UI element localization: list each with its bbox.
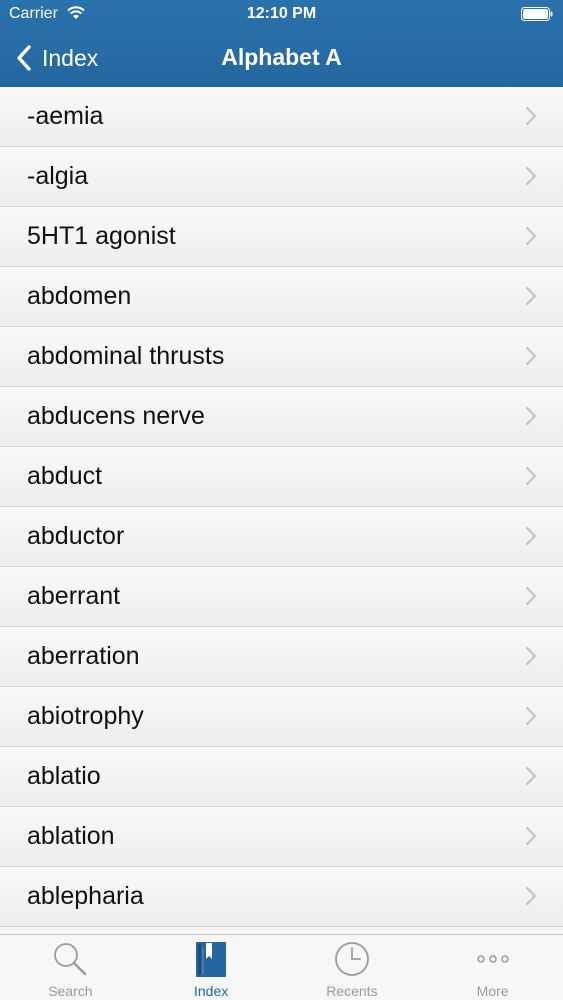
chevron-right-icon xyxy=(525,106,537,126)
list-item-label: abdomen xyxy=(27,282,132,310)
chevron-right-icon xyxy=(525,886,537,906)
chevron-right-icon xyxy=(525,826,537,846)
chevron-right-icon xyxy=(525,286,537,306)
navigation-bar: Index Alphabet A xyxy=(0,30,563,87)
chevron-right-icon xyxy=(525,466,537,486)
chevron-right-icon xyxy=(525,526,537,546)
page-title: Alphabet A xyxy=(221,44,342,70)
list-item-label: ablepharia xyxy=(27,882,144,910)
chevron-right-icon xyxy=(525,346,537,366)
tab-recents[interactable]: Recents xyxy=(282,935,423,1000)
list-item-label: abduct xyxy=(27,462,103,490)
magnifier-icon xyxy=(54,943,87,976)
tab-recents-label: Recents xyxy=(326,983,378,999)
top-bar: Carrier 12:10 PM Index Alphabet A xyxy=(0,0,563,87)
list-item[interactable]: abdomen xyxy=(0,267,563,327)
list-item-label: aberrant xyxy=(27,582,121,610)
chevron-right-icon xyxy=(525,586,537,606)
chevron-right-icon xyxy=(525,646,537,666)
tab-index[interactable]: Index xyxy=(141,935,282,1000)
list-item-label: abdominal thrusts xyxy=(27,342,225,370)
chevron-right-icon xyxy=(525,406,537,426)
battery-icon xyxy=(521,7,553,21)
chevron-right-icon xyxy=(525,166,537,186)
list-item[interactable]: ablatio xyxy=(0,747,563,807)
list-item[interactable]: abduct xyxy=(0,447,563,507)
list-item[interactable]: abdominal thrusts xyxy=(0,327,563,387)
list-item-label: ablatio xyxy=(27,762,101,790)
index-list[interactable]: -aemia -algia 5HT1 agonist abdomen abdominal… xyxy=(0,87,563,934)
list-item-label: ablation xyxy=(27,822,115,850)
list-item-label: abductor xyxy=(27,522,125,550)
tab-more[interactable]: More xyxy=(422,935,563,1000)
list-item[interactable]: abiotrophy xyxy=(0,687,563,747)
chevron-right-icon xyxy=(525,226,537,246)
list-item[interactable]: aberration xyxy=(0,627,563,687)
clock-time: 12:10 PM xyxy=(246,5,317,22)
list-item-label: abiotrophy xyxy=(27,702,144,730)
chevron-right-icon xyxy=(525,706,537,726)
app-screen: Carrier 12:10 PM Index Alphabet A -aemia… xyxy=(0,0,563,1000)
list-item-label: aberration xyxy=(27,642,140,670)
status-bar: Carrier 12:10 PM xyxy=(0,0,563,30)
tab-search[interactable]: Search xyxy=(0,935,141,1000)
list-item[interactable]: ablation xyxy=(0,807,563,867)
list-item-label: abducens nerve xyxy=(27,402,205,430)
tab-index-label: Index xyxy=(194,983,229,999)
list-item[interactable]: aberrant xyxy=(0,567,563,627)
list-item[interactable]: -aemia xyxy=(0,87,563,147)
list-item[interactable]: abductor xyxy=(0,507,563,567)
clock-icon xyxy=(334,942,369,976)
more-dots-icon xyxy=(476,955,509,963)
list-item[interactable]: ablepharia xyxy=(0,867,563,927)
chevron-right-icon xyxy=(525,766,537,786)
list-item[interactable]: abducens nerve xyxy=(0,387,563,447)
tab-bar: Search Index Recents More xyxy=(0,934,563,1000)
tab-more-label: More xyxy=(476,983,509,999)
list-item[interactable]: 5HT1 agonist xyxy=(0,207,563,267)
book-icon xyxy=(196,942,227,977)
list-item[interactable]: -algia xyxy=(0,147,563,207)
list-item-label: -aemia xyxy=(27,102,104,130)
list-item-label: -algia xyxy=(27,162,89,190)
tab-search-label: Search xyxy=(48,983,93,999)
list-item-label: 5HT1 agonist xyxy=(27,222,176,250)
